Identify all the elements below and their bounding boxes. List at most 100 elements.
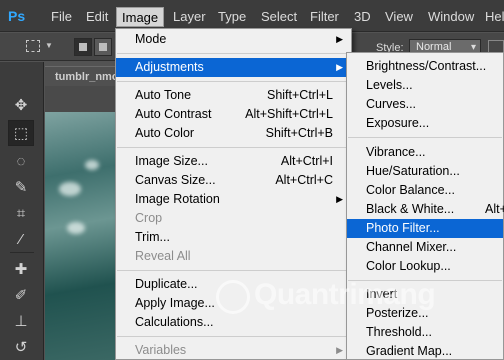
healing-brush-icon[interactable]: ✚ <box>8 256 34 282</box>
menu-help[interactable]: Help <box>480 7 504 27</box>
menu-item-label: Color Lookup... <box>366 259 451 273</box>
menu-item-label: Crop <box>135 211 163 225</box>
menu-separator <box>348 137 502 138</box>
history-brush-icon[interactable]: ↺ <box>8 334 34 360</box>
menu-item-label: Curves... <box>366 97 417 111</box>
menu-item-auto-contrast[interactable]: Auto Contrast Alt+Shift+Ctrl+L <box>116 105 351 124</box>
menu-item-label: Hue/Saturation... <box>366 164 460 178</box>
menu-item-adjustments[interactable]: Adjustments ▶ <box>116 58 351 77</box>
watermark-text: Quantrimang <box>254 278 436 311</box>
menu-image[interactable]: Image <box>116 7 165 27</box>
menu-layer[interactable]: Layer <box>168 7 211 27</box>
menu-file[interactable]: File <box>46 7 77 27</box>
toolbox: ✥ ⬚ ◌ ✎ ⌗ ⁄ ✚ ✐ ⊥ ↺ <box>0 62 44 360</box>
menu-item-label: Image Size... <box>135 154 208 168</box>
eyedropper-icon[interactable]: ⁄ <box>8 226 34 252</box>
menu-item-auto-color[interactable]: Auto Color Shift+Ctrl+B <box>116 124 351 143</box>
bokeh-highlight <box>59 182 81 196</box>
menu-item-label: Duplicate... <box>135 277 198 291</box>
menu-item-label: Exposure... <box>366 116 430 130</box>
menu-item-trim[interactable]: Trim... <box>116 228 351 247</box>
menu-item-mode[interactable]: Mode ▶ <box>116 30 351 49</box>
shortcut-text: Alt+Ctrl+C <box>275 173 333 187</box>
menu-item-calculations[interactable]: Calculations... <box>116 313 351 332</box>
menu-item-label: Auto Contrast <box>135 107 212 121</box>
shortcut-text: Shift+Ctrl+L <box>266 88 333 102</box>
menu-item-threshold[interactable]: Threshold... <box>347 323 503 342</box>
shortcut-text: Alt+ <box>485 202 504 216</box>
menu-item-image-rotation[interactable]: Image Rotation ▶ <box>116 190 351 209</box>
submenu-arrow-icon: ▶ <box>336 194 343 204</box>
menu-item-color-lookup[interactable]: Color Lookup... <box>347 257 503 276</box>
menu-item-label: Black & White... <box>366 202 455 216</box>
marquee-icon[interactable]: ⬚ <box>8 120 34 146</box>
menu-view[interactable]: View <box>380 7 418 27</box>
menu-item-label: Calculations... <box>135 315 214 329</box>
menu-item-curves[interactable]: Curves... <box>347 95 503 114</box>
menu-item-label: Canvas Size... <box>135 173 216 187</box>
menu-item-label: Trim... <box>135 230 170 244</box>
menu-item-image-size[interactable]: Image Size... Alt+Ctrl+I <box>116 152 351 171</box>
menu-item-variables: Variables ▶ <box>116 341 351 360</box>
menu-item-label: Color Balance... <box>366 183 455 197</box>
clone-stamp-icon[interactable]: ⊥ <box>8 308 34 334</box>
menu-item-label: Auto Tone <box>135 88 192 102</box>
menu-filter[interactable]: Filter <box>305 7 344 27</box>
menu-separator <box>117 336 350 337</box>
menu-separator <box>117 81 350 82</box>
menu-separator <box>117 53 350 54</box>
chevron-down-icon[interactable]: ▼ <box>45 41 53 50</box>
menu-window[interactable]: Window <box>423 7 479 27</box>
submenu-arrow-icon: ▶ <box>336 34 343 44</box>
menu-item-black-white[interactable]: Black & White... Alt+ <box>347 200 504 219</box>
photoshop-logo: Ps <box>8 8 26 24</box>
menu-separator <box>117 147 350 148</box>
toolbox-divider <box>10 252 34 253</box>
menu-item-gradient-map[interactable]: Gradient Map... <box>347 342 503 360</box>
menu-item-vibrance[interactable]: Vibrance... <box>347 143 503 162</box>
brush-icon[interactable]: ✐ <box>8 282 34 308</box>
menu-item-levels[interactable]: Levels... <box>347 76 503 95</box>
menu-item-photo-filter[interactable]: Photo Filter... <box>347 219 503 238</box>
menu-item-label: Vibrance... <box>366 145 426 159</box>
menu-select[interactable]: Select <box>256 7 302 27</box>
submenu-arrow-icon: ▶ <box>336 345 343 355</box>
menu-item-color-balance[interactable]: Color Balance... <box>347 181 503 200</box>
menu-item-label: Reveal All <box>135 249 191 263</box>
menu-item-label: Variables <box>135 343 187 357</box>
menu-3d[interactable]: 3D <box>349 7 376 27</box>
shortcut-text: Alt+Ctrl+I <box>280 154 333 168</box>
menu-type[interactable]: Type <box>213 7 251 27</box>
menu-item-canvas-size[interactable]: Canvas Size... Alt+Ctrl+C <box>116 171 351 190</box>
menu-item-channel-mixer[interactable]: Channel Mixer... <box>347 238 503 257</box>
canvas-image <box>45 112 125 360</box>
menu-item-label: Apply Image... <box>135 296 215 310</box>
menu-item-label: Image Rotation <box>135 192 220 206</box>
bokeh-highlight <box>67 222 85 234</box>
menu-item-auto-tone[interactable]: Auto Tone Shift+Ctrl+L <box>116 86 351 105</box>
menu-item-brightness-contrast[interactable]: Brightness/Contrast... <box>347 57 503 76</box>
move-icon[interactable]: ✥ <box>8 92 34 118</box>
quick-select-icon[interactable]: ✎ <box>8 174 34 200</box>
add-selection-button[interactable] <box>94 38 112 56</box>
menu-separator <box>117 270 350 271</box>
menu-edit[interactable]: Edit <box>81 7 113 27</box>
menu-item-exposure[interactable]: Exposure... <box>347 114 503 133</box>
menu-item-label: Brightness/Contrast... <box>366 59 487 73</box>
marquee-preset-icon[interactable] <box>26 40 40 52</box>
menu-item-label: Auto Color <box>135 126 195 140</box>
new-selection-button[interactable] <box>74 38 92 56</box>
crop-icon[interactable]: ⌗ <box>8 200 34 226</box>
menu-item-label: Levels... <box>366 78 413 92</box>
adjustments-submenu: Brightness/Contrast... Levels... Curves.… <box>346 52 504 360</box>
menu-item-crop: Crop <box>116 209 351 228</box>
lasso-icon[interactable]: ◌ <box>8 148 34 174</box>
menu-item-label: Threshold... <box>366 325 433 339</box>
menu-item-label: Photo Filter... <box>366 221 440 235</box>
menu-item-label: Adjustments <box>135 60 204 74</box>
menu-item-reveal-all: Reveal All <box>116 247 351 266</box>
submenu-arrow-icon: ▶ <box>336 62 343 72</box>
menu-item-label: Channel Mixer... <box>366 240 457 254</box>
menu-item-hue-saturation[interactable]: Hue/Saturation... <box>347 162 503 181</box>
menu-item-label: Mode <box>135 32 167 46</box>
